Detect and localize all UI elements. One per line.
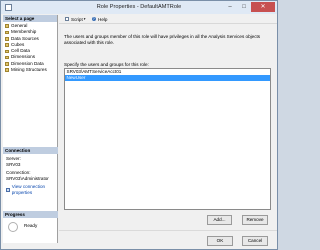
main-panel: Script ▾ ? Help The users and groups mem…	[59, 15, 277, 228]
close-button[interactable]: ✕	[251, 2, 275, 12]
role-description: The users and groups member of this role…	[64, 34, 261, 45]
help-button[interactable]: ? Help	[91, 16, 108, 22]
members-label: Specify the users and groups for this ro…	[64, 62, 149, 67]
minimize-button[interactable]: –	[223, 2, 237, 12]
connection-header: Connection	[3, 147, 58, 154]
page-list: General Membership Data Sources Cubes Ce…	[3, 22, 57, 73]
page-item-label: Mining Structures	[11, 67, 47, 73]
connection-section: Connection Server: SRV03 Connection: SRV…	[3, 147, 58, 196]
footer-divider	[59, 230, 277, 231]
remove-button[interactable]: Remove	[242, 215, 268, 225]
page-icon	[5, 30, 9, 35]
script-icon	[65, 17, 69, 21]
page-icon	[5, 68, 9, 73]
progress-section: Progress Ready	[3, 211, 58, 232]
progress-header: Progress	[3, 211, 58, 218]
ok-button[interactable]: OK	[207, 236, 233, 246]
properties-icon	[6, 188, 10, 192]
help-label: Help	[98, 16, 108, 22]
title-bar[interactable]: Role Properties - DefaultAMTRole – □ ✕	[1, 1, 277, 14]
select-page-header: Select a page	[3, 15, 57, 22]
page-icon	[5, 62, 9, 66]
page-icon	[5, 24, 9, 28]
cancel-button[interactable]: Cancel	[242, 236, 268, 246]
view-connection-properties-link[interactable]: View connection properties	[3, 184, 58, 196]
maximize-button[interactable]: □	[237, 2, 251, 12]
progress-status: Ready	[24, 223, 38, 228]
list-item-selected[interactable]: NewUser	[65, 75, 270, 81]
view-connection-properties-label: View connection properties	[11, 184, 46, 195]
page-icon	[5, 43, 9, 47]
members-listbox[interactable]: SRV03\AMTServiceAcct01 NewUser	[64, 68, 271, 210]
add-button[interactable]: Add...	[207, 215, 232, 225]
script-button[interactable]: Script ▾	[65, 17, 86, 22]
script-label: Script	[71, 16, 83, 22]
page-icon	[5, 49, 9, 54]
progress-spinner-icon	[8, 222, 18, 232]
help-icon: ?	[91, 16, 97, 22]
toolbar: Script ▾ ? Help	[59, 15, 277, 24]
chevron-down-icon: ▾	[83, 17, 86, 21]
page-icon	[5, 55, 9, 60]
left-pane: Select a page General Membership Data So…	[3, 15, 58, 243]
page-item-mining-structures[interactable]: Mining Structures	[5, 67, 57, 73]
role-properties-window: Role Properties - DefaultAMTRole – □ ✕ S…	[0, 0, 278, 250]
page-icon	[5, 36, 9, 41]
